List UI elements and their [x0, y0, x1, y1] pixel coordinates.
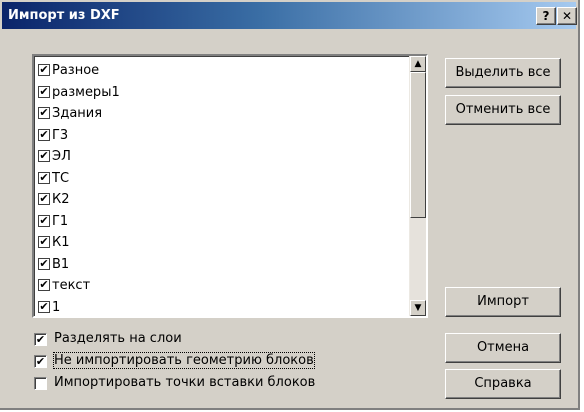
layer-list-item[interactable]: ✔ ТС	[38, 168, 408, 190]
layer-list-items: ✔ Разное ✔ размеры1 ✔ Здания ✔ Г3 ✔ ЭЛ ✔ ТС ✔ К2 ✔ Г1 ✔ К…	[38, 60, 408, 317]
layer-label: К2	[52, 192, 70, 207]
import-dxf-dialog: Импорт из DXF ? ✕ ✔ Разное ✔ размеры1 ✔ Здани…	[0, 0, 580, 410]
layer-checkbox[interactable]: ✔	[38, 300, 50, 313]
layer-label: К1	[52, 235, 70, 250]
help-title-button[interactable]: ?	[536, 7, 556, 25]
layer-list-item[interactable]: ✔ Разное	[38, 60, 408, 82]
layer-list-item[interactable]: ✔ размеры1	[38, 82, 408, 104]
layer-label: Г1	[52, 213, 69, 229]
insert-points-label: Импортировать точки вставки блоков	[54, 375, 316, 390]
split-layers-box[interactable]: ✔	[34, 333, 47, 346]
import-button[interactable]: Импорт	[445, 287, 561, 317]
layer-label: Здания	[52, 106, 103, 121]
layer-checkbox[interactable]: ✔	[38, 257, 50, 270]
layer-label: 1	[52, 299, 61, 315]
layer-label: ЭЛ	[52, 149, 71, 164]
layer-list-item[interactable]: ✔ К1	[38, 232, 408, 254]
layer-label: Разное	[52, 63, 100, 78]
close-title-button[interactable]: ✕	[557, 7, 577, 25]
scroll-down-icon[interactable]: ▼	[410, 300, 426, 316]
layer-list-item[interactable]: ✔ текст	[38, 275, 408, 297]
layer-label: В1	[52, 256, 70, 272]
layer-checkbox[interactable]: ✔	[38, 85, 50, 98]
cancel-button[interactable]: Отмена	[445, 333, 561, 363]
deselect-all-button[interactable]: Отменить все	[445, 95, 561, 125]
layer-checkbox[interactable]: ✔	[38, 171, 50, 184]
no-block-geometry-box[interactable]: ✔	[34, 355, 47, 368]
layer-label: Г3	[52, 127, 69, 143]
scroll-thumb[interactable]	[410, 72, 426, 218]
layer-checkbox[interactable]: ✔	[38, 150, 50, 162]
layer-list-item[interactable]: ✔ Здания	[38, 103, 408, 125]
title-bar[interactable]: Импорт из DXF ? ✕	[2, 2, 577, 29]
layer-list-item[interactable]: ✔ К2	[38, 189, 408, 211]
vertical-scrollbar[interactable]: ▲ ▼	[409, 56, 426, 316]
layer-checkbox[interactable]: ✔	[38, 193, 50, 205]
layer-list[interactable]: ✔ Разное ✔ размеры1 ✔ Здания ✔ Г3 ✔ ЭЛ ✔ ТС ✔ К2 ✔ Г1 ✔ К…	[32, 54, 428, 318]
layer-label: ТС	[52, 170, 70, 186]
layer-checkbox[interactable]: ✔	[38, 279, 50, 291]
insert-points-box[interactable]	[34, 377, 47, 390]
layer-label: размеры1	[52, 84, 120, 100]
layer-checkbox[interactable]: ✔	[38, 236, 50, 248]
layer-list-item[interactable]: ✔ ЭЛ	[38, 146, 408, 168]
help-button[interactable]: Справка	[445, 369, 561, 399]
layer-checkbox[interactable]: ✔	[38, 214, 50, 227]
layer-label: текст	[52, 278, 91, 293]
dialog-title: Импорт из DXF	[8, 8, 120, 23]
scroll-up-icon[interactable]: ▲	[410, 56, 426, 72]
layer-list-item[interactable]: ✔ 1	[38, 297, 408, 317]
select-all-button[interactable]: Выделить все	[445, 58, 561, 88]
split-layers-label: Разделять на слои	[54, 331, 182, 346]
layer-list-item[interactable]: ✔ В1	[38, 254, 408, 276]
no-block-geometry-label: Не импортировать геометрию блоков	[53, 352, 315, 369]
layer-list-item[interactable]: ✔ Г1	[38, 211, 408, 233]
layer-checkbox[interactable]: ✔	[38, 64, 50, 76]
layer-list-item[interactable]: ✔ Г3	[38, 125, 408, 147]
layer-checkbox[interactable]: ✔	[38, 128, 50, 141]
layer-checkbox[interactable]: ✔	[38, 107, 50, 119]
